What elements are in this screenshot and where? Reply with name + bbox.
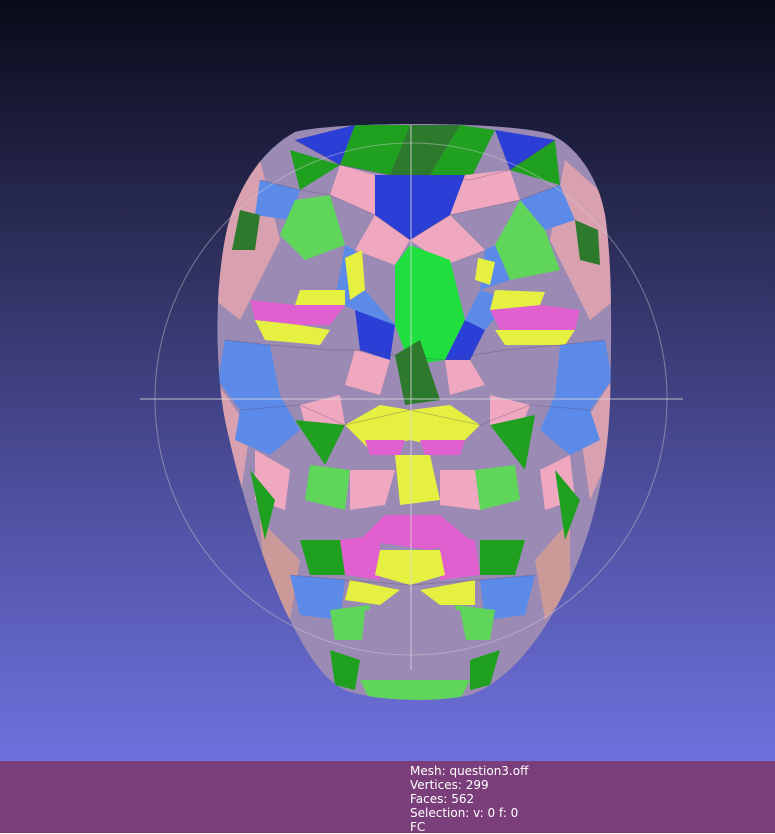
info-panel: Mesh: question3.off Vertices: 299 Faces:… bbox=[0, 761, 775, 834]
selection-label: Selection: v: 0 f: 0 bbox=[410, 806, 519, 820]
faces-count-label: Faces: 562 bbox=[410, 792, 475, 806]
render-mode-label: FC bbox=[410, 820, 426, 834]
3d-viewport[interactable] bbox=[0, 0, 775, 761]
mesh-info: Mesh: question3.off Vertices: 299 Faces:… bbox=[410, 764, 528, 834]
mesh-render[interactable] bbox=[0, 0, 775, 761]
mesh-name-label: Mesh: question3.off bbox=[410, 764, 529, 778]
vertices-count-label: Vertices: 299 bbox=[410, 778, 489, 792]
mesh-faces bbox=[217, 125, 612, 700]
face-mesh bbox=[217, 124, 612, 700]
